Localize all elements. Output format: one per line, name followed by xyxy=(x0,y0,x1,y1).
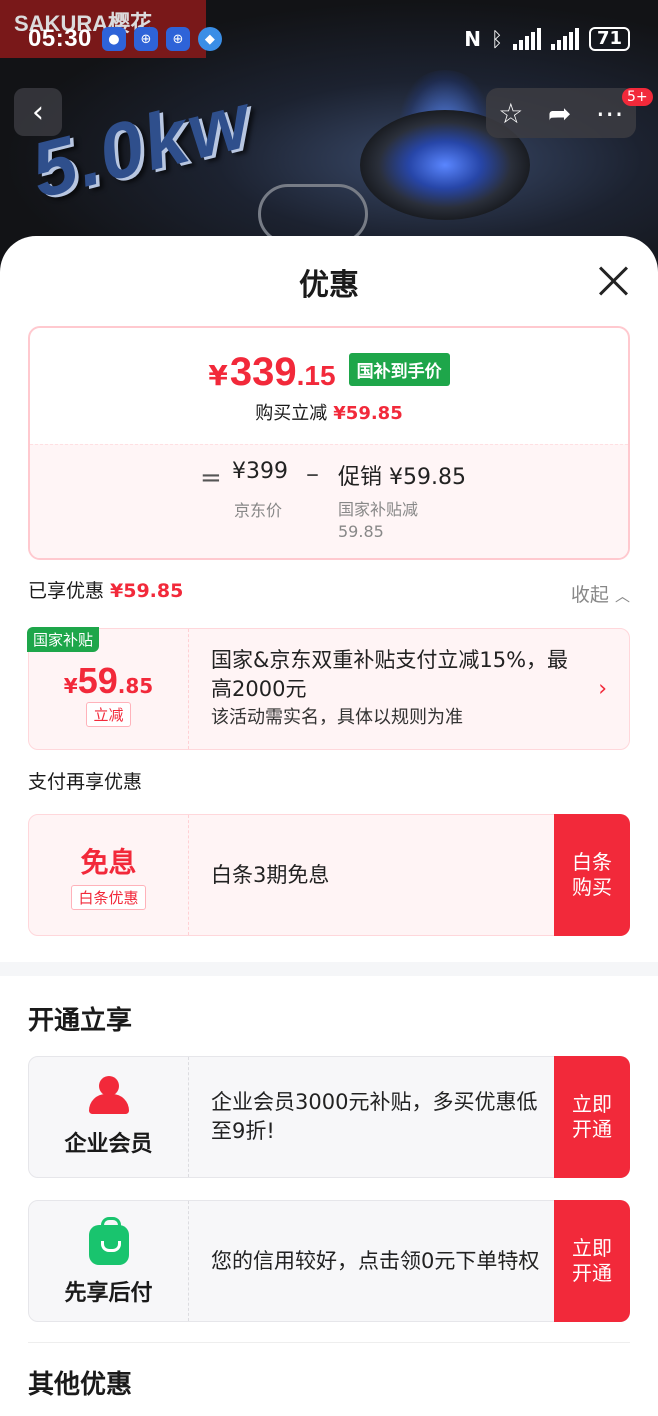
price-reduce-line: 购买立减 ¥59.85 xyxy=(30,399,628,425)
enjoyed-discount: 已享优惠 ¥59.85 xyxy=(28,576,183,603)
price-decimal: .15 xyxy=(296,360,336,391)
price-breakdown: = ¥399 京东价 – 促销 ¥59.85 国家补贴减59.85 xyxy=(30,444,628,558)
enterprise-open-button[interactable]: 立即 开通 xyxy=(554,1056,630,1178)
currency-symbol: ¥ xyxy=(208,359,228,392)
collapse-label: 收起 xyxy=(570,584,609,606)
subsidy-title: 国家&京东双重补贴支付立减15%，最高2000元 xyxy=(211,648,569,701)
message-badge: 5+ xyxy=(622,88,653,106)
status-time: 05:30 xyxy=(28,25,92,52)
pay-section-title: 支付再享优惠 xyxy=(28,771,143,793)
pay-later-name: 先享后付 xyxy=(64,1281,153,1306)
subsidy-subtitle: 该活动需实名，具体以规则为准 xyxy=(211,707,463,728)
bluetooth-icon: ᛒ xyxy=(490,27,503,51)
nfc-icon: N xyxy=(464,27,481,51)
enterprise-open-label: 立即 开通 xyxy=(572,1092,612,1141)
enjoyed-label: 已享优惠 xyxy=(28,580,105,602)
divider-line xyxy=(28,1342,630,1343)
jd-price-label: 京东价 xyxy=(234,501,283,520)
signal-icon xyxy=(512,28,541,50)
baitiao-desc: 白条3期免息 xyxy=(211,862,330,887)
amount-integer: 59 xyxy=(77,659,118,701)
baitiao-buy-label: 白条 购买 xyxy=(572,850,612,899)
share-icon[interactable]: ➦ xyxy=(548,97,571,130)
other-section-title: 其他优惠 xyxy=(28,1370,133,1400)
discount-sheet: 优惠 ¥ 339 .15 国补到手价 购买立减 ¥59.85 = ¥399 京东价… xyxy=(0,236,658,1416)
baitiao-buy-button[interactable]: 白条 购买 xyxy=(554,814,630,936)
subsidy-coupon[interactable]: 国家补贴 ¥ 59 .85 立减 国家&京东双重补贴支付立减15%，最高2000… xyxy=(27,627,630,750)
equals-sign: = xyxy=(200,463,222,493)
subsidy-amount: ¥ 59 .85 xyxy=(64,660,153,702)
section-divider xyxy=(0,962,658,976)
sheet-title: 优惠 xyxy=(299,268,359,303)
pay-later-card[interactable]: 先享后付 您的信用较好，点击领0元下单特权 立即 开通 xyxy=(28,1200,630,1322)
instant-reduce-pill: 立减 xyxy=(86,701,131,727)
browser-icon: ⊕ xyxy=(165,27,190,51)
pay-later-desc: 您的信用较好，点击领0元下单特权 xyxy=(211,1248,540,1273)
jd-price-value: ¥399 xyxy=(232,459,288,484)
enjoyed-value: ¥59.85 xyxy=(110,580,184,602)
pay-later-open-label: 立即 开通 xyxy=(572,1236,612,1285)
stove-ring-graphic xyxy=(258,184,368,244)
promo-label: 国家补贴减59.85 xyxy=(338,500,419,541)
subsidy-price-tag: 国补到手价 xyxy=(348,353,450,386)
collapse-button[interactable]: 收起 ︿ xyxy=(571,580,630,607)
app-icon: ◆ xyxy=(197,27,222,51)
nav-action-group: ☆ ➦ ⋯ xyxy=(486,88,636,138)
notification-icon: ● xyxy=(101,27,126,51)
open-section-title: 开通立享 xyxy=(28,1006,133,1036)
browser-icon: ⊕ xyxy=(133,27,158,51)
battery-indicator: 71 xyxy=(588,27,630,51)
baitiao-pill: 白条优惠 xyxy=(71,884,146,910)
enterprise-member-card[interactable]: 企业会员 企业会员3000元补贴，多买优惠低至9折! 立即 开通 xyxy=(28,1056,630,1178)
reduce-label: 购买立减 xyxy=(255,403,328,424)
person-icon xyxy=(87,1076,131,1116)
back-button[interactable]: ‹ xyxy=(14,88,62,136)
shopping-bag-icon xyxy=(88,1217,129,1265)
amount-decimal: .85 xyxy=(117,673,154,698)
chevron-up-icon: ︿ xyxy=(614,587,630,605)
enterprise-name: 企业会员 xyxy=(64,1132,153,1157)
minus-sign: – xyxy=(306,459,319,489)
price-integer: 339 xyxy=(229,350,297,394)
star-icon[interactable]: ☆ xyxy=(498,97,523,130)
interest-free-label: 免息 xyxy=(80,845,137,879)
pay-later-open-button[interactable]: 立即 开通 xyxy=(554,1200,630,1322)
currency-symbol: ¥ xyxy=(63,673,78,698)
price-card: ¥ 339 .15 国补到手价 购买立减 ¥59.85 = ¥399 京东价 – … xyxy=(28,326,630,560)
promo-value: 促销 ¥59.85 xyxy=(338,465,466,490)
back-icon: ‹ xyxy=(32,94,44,130)
chevron-right-icon: › xyxy=(598,676,607,702)
signal-icon xyxy=(550,28,579,50)
enterprise-desc: 企业会员3000元补贴，多买优惠低至9折! xyxy=(211,1090,538,1143)
more-icon[interactable]: ⋯ xyxy=(596,97,624,130)
status-bar: 05:30 ● ⊕ ⊕ ◆ N ᛒ 71 xyxy=(28,24,630,54)
final-price: ¥ 339 .15 xyxy=(208,350,335,395)
baitiao-coupon[interactable]: 免息 白条优惠 白条3期免息 白条 购买 xyxy=(28,814,630,936)
close-icon[interactable] xyxy=(598,266,628,296)
reduce-value: ¥59.85 xyxy=(333,403,403,424)
